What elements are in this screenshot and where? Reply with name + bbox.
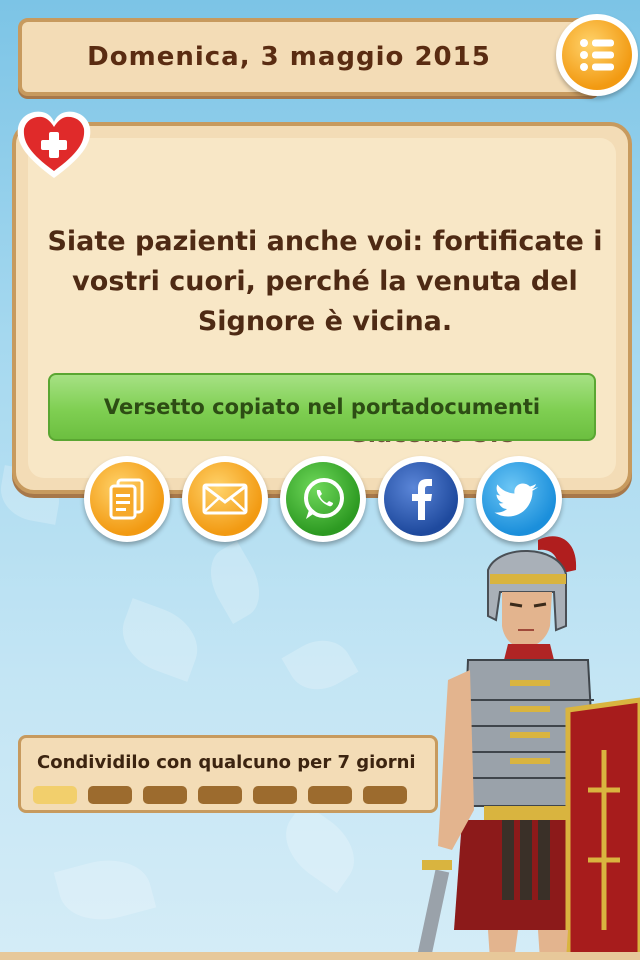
streak-day-segment	[88, 786, 132, 804]
background-leaf	[281, 628, 359, 702]
streak-day-segment	[143, 786, 187, 804]
background-leaf	[53, 849, 157, 931]
streak-day-segment	[198, 786, 242, 804]
whatsapp-icon	[304, 478, 344, 519]
background-leaf	[271, 802, 369, 893]
streak-day-segment	[33, 786, 77, 804]
page-title: Domenica, 3 maggio 2015	[87, 42, 491, 72]
list-icon	[580, 39, 614, 71]
verse-text: Siate pazienti anche voi: fortificate i …	[47, 226, 603, 337]
roman-soldier-illustration	[418, 536, 640, 960]
date-header: Domenica, 3 maggio 2015	[18, 18, 600, 96]
facebook-icon	[412, 479, 432, 520]
whatsapp-button[interactable]	[280, 456, 366, 542]
menu-button[interactable]	[556, 14, 638, 96]
background-leaf	[112, 598, 208, 682]
heart-plus-icon[interactable]	[14, 108, 94, 182]
background-leaf	[198, 540, 272, 625]
envelope-icon	[202, 483, 248, 515]
twitter-icon	[494, 483, 538, 517]
streak-label: Condividilo con qualcuno per 7 giorni	[37, 752, 416, 773]
streak-day-segment	[363, 786, 407, 804]
streak-day-segment	[308, 786, 352, 804]
bottom-bar	[0, 952, 640, 960]
toast-message: Versetto copiato nel portadocumenti	[103, 395, 541, 419]
copy-toast: Versetto copiato nel portadocumenti	[48, 373, 596, 441]
copy-button[interactable]	[84, 456, 170, 542]
email-button[interactable]	[182, 456, 268, 542]
share-streak-panel: Condividilo con qualcuno per 7 giorni	[18, 735, 438, 813]
streak-day-segment	[253, 786, 297, 804]
document-icon	[109, 478, 144, 520]
